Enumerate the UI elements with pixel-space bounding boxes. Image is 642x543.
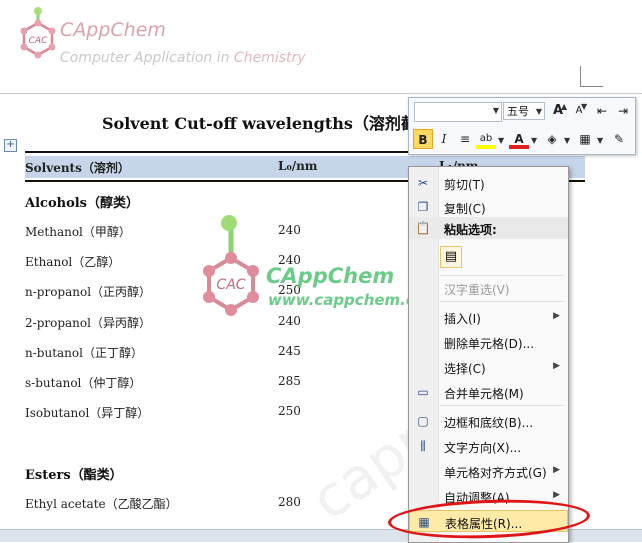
table-row-name[interactable]: Ethanol（乙醇） [25, 253, 120, 270]
italic-button[interactable]: I [434, 129, 454, 149]
table-row-value[interactable]: 280 [278, 495, 301, 509]
table-row-value[interactable]: 285 [278, 374, 301, 388]
table-row-name[interactable]: n-propanol（正丙醇） [25, 283, 151, 300]
context-menu: ✂ 剪切(T) ❐ 复制(C) 📋 粘贴选项: ▤ 汉字重选(V) 插入(I) … [408, 166, 569, 543]
menu-item-copy[interactable]: ❐ 复制(C) [409, 196, 568, 218]
table-move-handle-icon[interactable]: + [4, 139, 17, 152]
chevron-down-icon[interactable]: ▼ [536, 103, 542, 121]
shrink-arrow-icon: ▼ [581, 102, 588, 111]
font-size-select[interactable]: 五号 ▼ [503, 102, 545, 120]
column-header-solvents: Solvents（溶剂） [25, 161, 130, 175]
paste-icon: 📋 [415, 221, 431, 235]
merge-cells-icon: ▭ [417, 385, 429, 399]
menu-item-text-direction[interactable]: ⫼ 文字方向(X)... [409, 435, 568, 457]
mini-toolbar: ▼ 五号 ▼ A ▲ A ▼ ⇤ ⇥ B I ≡ ab ▼ A ▼ ◈ ▼ ▦ ▼… [408, 97, 636, 155]
shading-icon[interactable]: ◈ [542, 129, 562, 149]
table-row-value[interactable]: 240 [278, 314, 301, 328]
chevron-down-icon[interactable]: ▼ [493, 106, 499, 115]
menu-item-select[interactable]: 选择(C) ▶ [409, 356, 568, 378]
grow-arrow-icon: ▲ [561, 102, 568, 111]
menu-item-cell-alignment[interactable]: 单元格对齐方式(G) ▶ [409, 460, 568, 482]
table-row-value[interactable]: 250 [278, 404, 301, 418]
chevron-down-icon[interactable]: ▼ [531, 136, 537, 145]
menu-separator [440, 301, 564, 302]
highlight-icon[interactable]: ab [476, 129, 496, 149]
chevron-right-icon: ▶ [553, 490, 560, 500]
menu-item-delete-cells[interactable]: 删除单元格(D)... [409, 331, 568, 353]
document-page[interactable]: CAC CAppChem Computer Application in Che… [0, 0, 642, 543]
table-row-name[interactable]: Ethyl acetate（乙酸乙酯） [25, 495, 178, 512]
font-color-button[interactable]: A [509, 129, 529, 149]
increase-indent-button[interactable]: ⇥ [613, 101, 633, 121]
chevron-right-icon: ▶ [553, 361, 560, 371]
align-center-button[interactable]: ≡ [455, 129, 475, 149]
chevron-down-icon[interactable]: ▼ [564, 136, 570, 145]
table-row-name[interactable]: Methanol（甲醇） [25, 223, 131, 240]
svg-text:CAC: CAC [29, 36, 48, 46]
svg-text:CAC: CAC [216, 277, 245, 293]
text-direction-icon: ⫼ [420, 439, 426, 453]
category-esters[interactable]: Esters（酯类） [25, 464, 123, 483]
paste-keep-text-button[interactable]: ▤ [440, 246, 462, 268]
menu-item-borders-shading[interactable]: ▢ 边框和底纹(B)... [409, 410, 568, 432]
category-alcohols[interactable]: Alcohols（醇类） [25, 192, 139, 211]
bold-button[interactable]: B [413, 129, 433, 149]
table-row-name[interactable]: 2-propanol（异丙醇） [25, 314, 151, 331]
paste-options-header: 📋 粘贴选项: [409, 217, 568, 239]
watermark-brand: CAppChem [266, 264, 395, 288]
chevron-right-icon: ▶ [553, 311, 560, 321]
crop-mark [580, 66, 603, 87]
document-title: Solvent Cut-off wavelengths（溶剂截 [102, 114, 417, 133]
decrease-indent-button[interactable]: ⇤ [592, 101, 612, 121]
chevron-down-icon[interactable]: ▼ [498, 136, 504, 145]
menu-separator [440, 405, 564, 406]
menu-separator [440, 275, 564, 276]
table-row-value[interactable]: 240 [278, 223, 301, 237]
scissors-icon: ✂ [417, 176, 429, 190]
format-painter-icon[interactable]: ✎ [609, 129, 629, 149]
borders-icon[interactable]: ▦ [575, 129, 595, 149]
copy-icon: ❐ [417, 200, 429, 214]
chevron-down-icon[interactable]: ▼ [597, 136, 603, 145]
brand-title: CAppChem [60, 19, 166, 41]
brand-subtitle: Computer Application in Chemistry [60, 50, 306, 66]
chevron-right-icon: ▶ [553, 465, 560, 475]
cac-logo-icon: CAC [20, 7, 56, 59]
menu-item-merge-cells[interactable]: ▭ 合并单元格(M) [409, 381, 568, 403]
column-header-l0: L₀/nm [278, 159, 318, 173]
header-divider [0, 93, 642, 94]
menu-item-reconvert: 汉字重选(V) [444, 283, 510, 297]
table-row-name[interactable]: n-butanol（正丁醇） [25, 344, 143, 361]
watermark-logo-icon: CAC [203, 215, 259, 316]
menu-item-insert[interactable]: 插入(I) ▶ [409, 306, 568, 328]
table-row-name[interactable]: s-butanol（仲丁醇） [25, 374, 141, 391]
borders-icon: ▢ [417, 414, 429, 428]
table-row-value[interactable]: 245 [278, 344, 301, 358]
font-name-input[interactable]: ▼ [414, 102, 502, 122]
menu-item-cut[interactable]: ✂ 剪切(T) [409, 172, 568, 194]
table-row-name[interactable]: Isobutanol（异丁醇） [25, 404, 149, 421]
